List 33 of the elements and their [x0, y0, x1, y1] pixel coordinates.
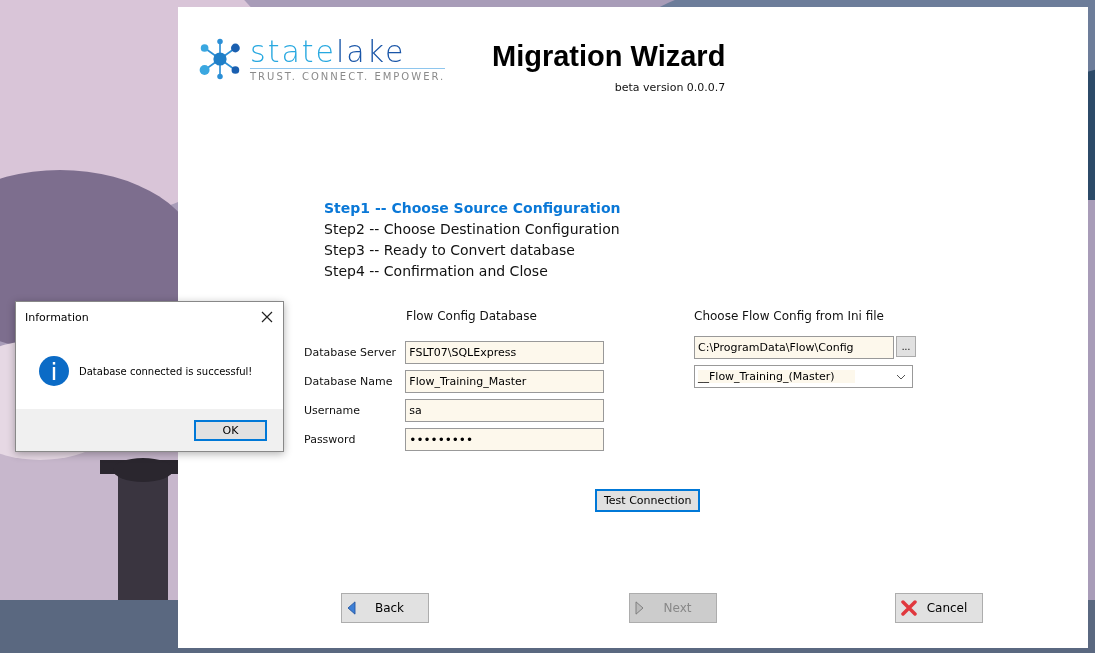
version-label: beta version 0.0.0.7 — [614, 81, 726, 94]
step-label: Step1 -- Choose Source Configuration — [324, 200, 622, 216]
field-label: Database Server — [304, 346, 398, 359]
section-heading: Flow Config Database — [406, 309, 538, 323]
field-label: Password — [304, 433, 357, 446]
step-label: Step4 -- Confirmation and Close — [324, 263, 549, 279]
test-connection-button[interactable]: Test Connection — [595, 489, 701, 512]
section-heading: Choose Flow Config from Ini file — [694, 309, 885, 323]
input-field[interactable]: FSLT07\SQLExpress — [405, 341, 604, 364]
logo-tagline: TRUST. CONNECT. EMPOWER. — [250, 71, 446, 82]
logo-wordmark: state lake — [250, 36, 446, 69]
close-icon[interactable] — [261, 311, 273, 323]
info-icon — [39, 356, 69, 386]
field-label: Database Name — [304, 375, 394, 388]
browse-button[interactable]: ... — [896, 336, 916, 357]
close-icon — [901, 600, 917, 616]
ok-button[interactable]: OK — [194, 419, 267, 441]
step-label: Step3 -- Ready to Convert database — [324, 242, 576, 258]
cancel-button[interactable]: Cancel — [895, 593, 983, 623]
step-label: Step2 -- Choose Destination Configuration — [324, 221, 621, 237]
dialog-message: Database connected is successful! — [79, 365, 253, 377]
dialog-title: Information — [25, 310, 89, 324]
back-button[interactable]: Back — [341, 593, 429, 623]
path-field[interactable]: C:\ProgramData\Flow\Config — [694, 336, 894, 359]
field-label: Username — [304, 404, 362, 417]
password-field[interactable]: ••••••••• — [405, 428, 604, 451]
input-field[interactable]: Flow_Training_Master — [405, 370, 604, 393]
right-arrow-icon — [635, 601, 644, 615]
wizard-title: Migration Wizard — [492, 40, 726, 73]
input-field[interactable]: sa — [405, 399, 604, 422]
config-dropdown[interactable]: __Flow_Training_(Master) — [694, 365, 913, 388]
chevron-down-icon — [896, 373, 906, 380]
left-arrow-icon — [347, 601, 356, 615]
